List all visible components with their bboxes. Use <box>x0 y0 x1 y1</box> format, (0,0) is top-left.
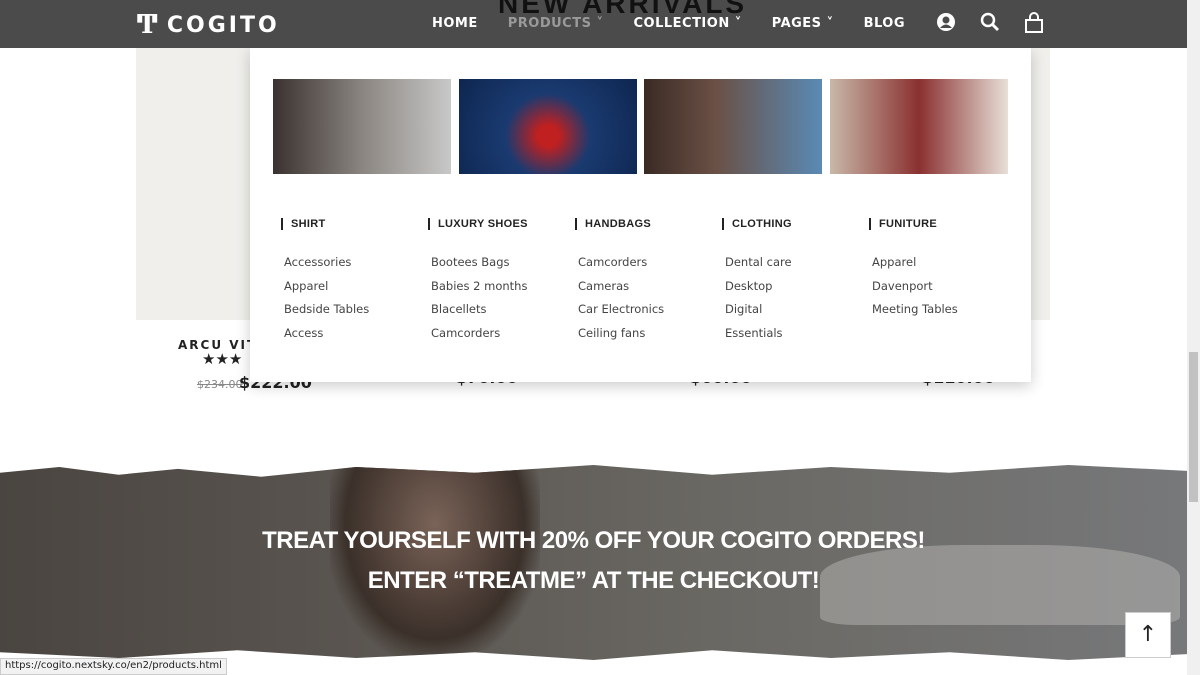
menu-column-heading[interactable]: SHIRT <box>281 218 424 230</box>
scrollbar[interactable] <box>1187 0 1200 675</box>
promo-banner: TREAT YOURSELF WITH 20% OFF YOUR COGITO … <box>0 465 1187 660</box>
menu-column: LUXURY SHOES Bootees Bags Babies 2 months… <box>428 218 571 350</box>
menu-item[interactable]: Bedside Tables <box>284 302 424 326</box>
menu-column-heading[interactable]: CLOTHING <box>722 218 865 230</box>
menu-item[interactable]: Car Electronics <box>578 302 718 326</box>
menu-item[interactable]: Camcorders <box>431 326 571 350</box>
menu-banner-image[interactable] <box>459 79 637 174</box>
menu-column: FUNITURE Apparel Davenport Meeting Tables <box>869 218 1012 326</box>
menu-item[interactable]: Blacellets <box>431 302 571 326</box>
nav-pages[interactable]: PAGES ˅ <box>772 16 834 31</box>
menu-item[interactable]: Davenport <box>872 279 1012 303</box>
menu-banner-image[interactable] <box>830 79 1008 174</box>
menu-banner-image[interactable] <box>644 79 822 174</box>
menu-column-heading[interactable]: FUNITURE <box>869 218 1012 230</box>
menu-item[interactable]: Desktop <box>725 279 865 303</box>
menu-column: SHIRT Accessories Apparel Bedside Tables Ac… <box>281 218 424 350</box>
menu-item[interactable]: Accessories <box>284 255 424 279</box>
nav-blog[interactable]: BLOG <box>864 16 905 31</box>
old-price: $234.00 <box>197 378 243 391</box>
search-icon[interactable] <box>979 12 1001 34</box>
scroll-to-top-button[interactable]: ↑ <box>1125 612 1171 658</box>
promo-line-1: TREAT YOURSELF WITH 20% OFF YOUR COGITO … <box>262 527 925 554</box>
cart-icon[interactable] <box>1023 12 1045 34</box>
menu-item[interactable]: Babies 2 months <box>431 279 571 303</box>
menu-item[interactable]: Apparel <box>872 255 1012 279</box>
promo-line-2: ENTER “TREATME” AT THE CHECKOUT! <box>367 567 820 594</box>
menu-column: CLOTHING Dental care Desktop Digital Essent… <box>722 218 865 350</box>
menu-column-heading[interactable]: HANDBAGS <box>575 218 718 230</box>
menu-item[interactable]: Essentials <box>725 326 865 350</box>
products-mega-menu: SHIRT Accessories Apparel Bedside Tables Ac… <box>250 48 1031 382</box>
logo[interactable]: Ͳ COGITO <box>137 10 280 40</box>
product-rating: ★★★ <box>202 350 243 368</box>
nav-home[interactable]: HOME <box>432 16 478 31</box>
menu-item[interactable]: Camcorders <box>578 255 718 279</box>
menu-item[interactable]: Bootees Bags <box>431 255 571 279</box>
menu-column-heading[interactable]: LUXURY SHOES <box>428 218 571 230</box>
menu-item[interactable]: Digital <box>725 302 865 326</box>
menu-item[interactable]: Apparel <box>284 279 424 303</box>
scrollbar-thumb[interactable] <box>1189 352 1198 502</box>
menu-banner-image[interactable] <box>273 79 451 174</box>
menu-item[interactable]: Access <box>284 326 424 350</box>
banner-photo <box>330 465 540 660</box>
menu-item[interactable]: Dental care <box>725 255 865 279</box>
user-icon[interactable] <box>935 12 957 34</box>
section-title: NEW ARRIVALS <box>498 0 748 19</box>
menu-item[interactable]: Cameras <box>578 279 718 303</box>
menu-item[interactable]: Meeting Tables <box>872 302 1012 326</box>
menu-column: HANDBAGS Camcorders Cameras Car Electronic… <box>575 218 718 350</box>
status-bar-url: https://cogito.nextsky.co/en2/products.h… <box>0 658 227 675</box>
menu-item[interactable]: Ceiling fans <box>578 326 718 350</box>
